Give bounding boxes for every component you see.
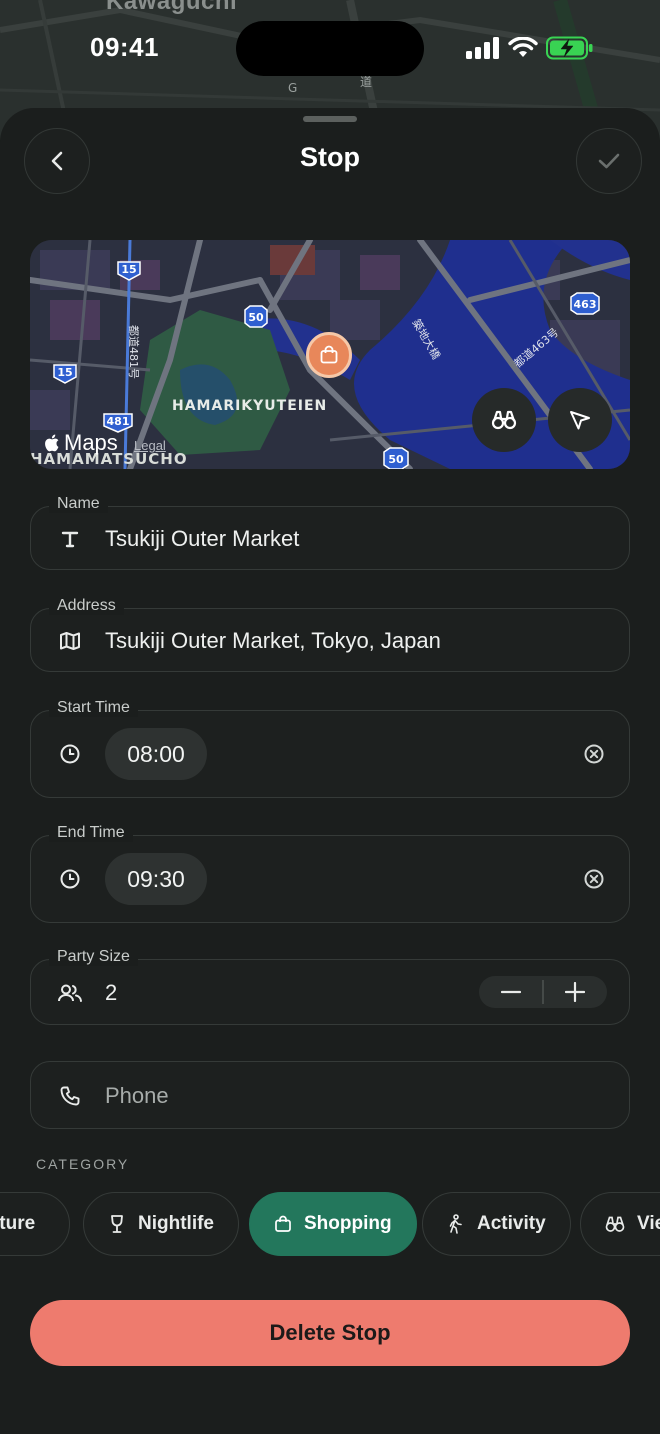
- maps-legal-link[interactable]: Legal: [134, 438, 166, 453]
- background-city-label: Kawaguchi: [106, 0, 238, 15]
- category-chip-row[interactable]: Nature Nightlife Shopping Activity View: [0, 1192, 660, 1258]
- chip-label: Shopping: [304, 1213, 392, 1234]
- shopping-bag-icon: [275, 1215, 291, 1232]
- minus-icon: [500, 990, 521, 994]
- category-chip-nightlife[interactable]: Nightlife: [83, 1192, 239, 1256]
- name-field[interactable]: Name Tsukiji Outer Market: [30, 495, 630, 570]
- delete-stop-button[interactable]: Delete Stop: [30, 1300, 630, 1366]
- text-icon: [57, 526, 83, 552]
- dynamic-island: [236, 21, 424, 76]
- locate-button[interactable]: [548, 388, 612, 452]
- phone-field[interactable]: Phone: [30, 1061, 630, 1129]
- clock-icon: [57, 741, 83, 767]
- people-icon: [57, 980, 83, 1006]
- route-shield: 50: [248, 311, 264, 324]
- increment-button[interactable]: [544, 976, 607, 1008]
- shopping-bag-icon: [320, 345, 338, 364]
- party-size-value: 2: [105, 980, 118, 1005]
- sheet-grabber[interactable]: [303, 116, 357, 122]
- location-arrow-icon: [570, 411, 590, 430]
- address-field[interactable]: Address Tsukiji Outer Market, Tokyo, Jap…: [30, 597, 630, 672]
- page-title: Stop: [300, 142, 360, 172]
- start-time-field[interactable]: Start Time 08:00: [30, 699, 630, 798]
- phone-icon: [57, 1083, 83, 1109]
- hiking-icon: [449, 1214, 462, 1234]
- route-shield: 15: [121, 263, 136, 276]
- route-shield: 15: [57, 366, 72, 379]
- chip-label: Nature: [0, 1213, 36, 1234]
- end-time-label: End Time: [49, 824, 133, 842]
- wifi-icon: [508, 37, 538, 57]
- status-time: 09:41: [90, 32, 159, 62]
- wine-glass-icon: [111, 1215, 123, 1233]
- decrement-button[interactable]: [479, 976, 542, 1008]
- battery-charging-icon: [546, 36, 593, 60]
- status-icons: [466, 36, 594, 60]
- name-input[interactable]: Tsukiji Outer Market: [105, 526, 299, 552]
- category-chip-view[interactable]: View: [580, 1192, 660, 1256]
- apple-maps-logo: Maps: [44, 430, 118, 456]
- clock-icon: [57, 866, 83, 892]
- party-size-label: Party Size: [49, 948, 138, 966]
- clear-circle-icon: [584, 744, 604, 764]
- checkmark-icon: [598, 153, 620, 169]
- svg-text:G: G: [288, 81, 297, 95]
- map-icon: [57, 628, 83, 654]
- category-chip-shopping[interactable]: Shopping: [249, 1192, 417, 1256]
- category-chip-nature[interactable]: Nature: [0, 1192, 70, 1256]
- route-label: 都道481号: [127, 325, 141, 379]
- address-input[interactable]: Tsukiji Outer Market, Tokyo, Japan: [105, 628, 441, 654]
- end-time-field[interactable]: End Time 09:30: [30, 824, 630, 923]
- category-chip-activity[interactable]: Activity: [422, 1192, 571, 1256]
- category-section-label: CATEGORY: [36, 1156, 130, 1172]
- edit-stop-sheet: Stop 15 15 50 481 463 50 都道463号 都道481号 築…: [0, 108, 660, 1434]
- chip-label: Activity: [477, 1213, 546, 1234]
- phone-input[interactable]: Phone: [105, 1083, 169, 1109]
- party-size-stepper[interactable]: [479, 976, 607, 1008]
- clear-circle-icon: [584, 869, 604, 889]
- maps-logo-text: Maps: [64, 430, 118, 455]
- map-pin[interactable]: [306, 332, 352, 378]
- map-park-label: HAMARIKYUTEIEN: [172, 398, 328, 414]
- svg-text:道: 道: [360, 75, 372, 89]
- route-shield: 481: [107, 415, 130, 428]
- chip-label: Nightlife: [138, 1213, 214, 1234]
- clear-end-time-button[interactable]: [581, 866, 607, 892]
- plus-icon: [565, 982, 586, 1002]
- binoculars-icon: [491, 410, 517, 430]
- route-shield: 50: [388, 453, 404, 466]
- start-time-picker[interactable]: 08:00: [105, 728, 207, 780]
- location-map[interactable]: 15 15 50 481 463 50 都道463号 都道481号 築地大橋 H…: [30, 240, 630, 469]
- look-around-button[interactable]: [472, 388, 536, 452]
- name-label: Name: [49, 495, 108, 513]
- clear-start-time-button[interactable]: [581, 741, 607, 767]
- done-button[interactable]: [576, 128, 642, 194]
- route-shield: 463: [574, 298, 597, 311]
- start-time-label: Start Time: [49, 699, 138, 717]
- chip-label: View: [637, 1213, 660, 1234]
- address-label: Address: [49, 597, 124, 615]
- signal-icon: [466, 37, 499, 59]
- binoculars-icon: [605, 1216, 625, 1232]
- apple-logo-icon: [45, 434, 59, 452]
- party-size-field[interactable]: Party Size 2: [30, 948, 630, 1025]
- end-time-picker[interactable]: 09:30: [105, 853, 207, 905]
